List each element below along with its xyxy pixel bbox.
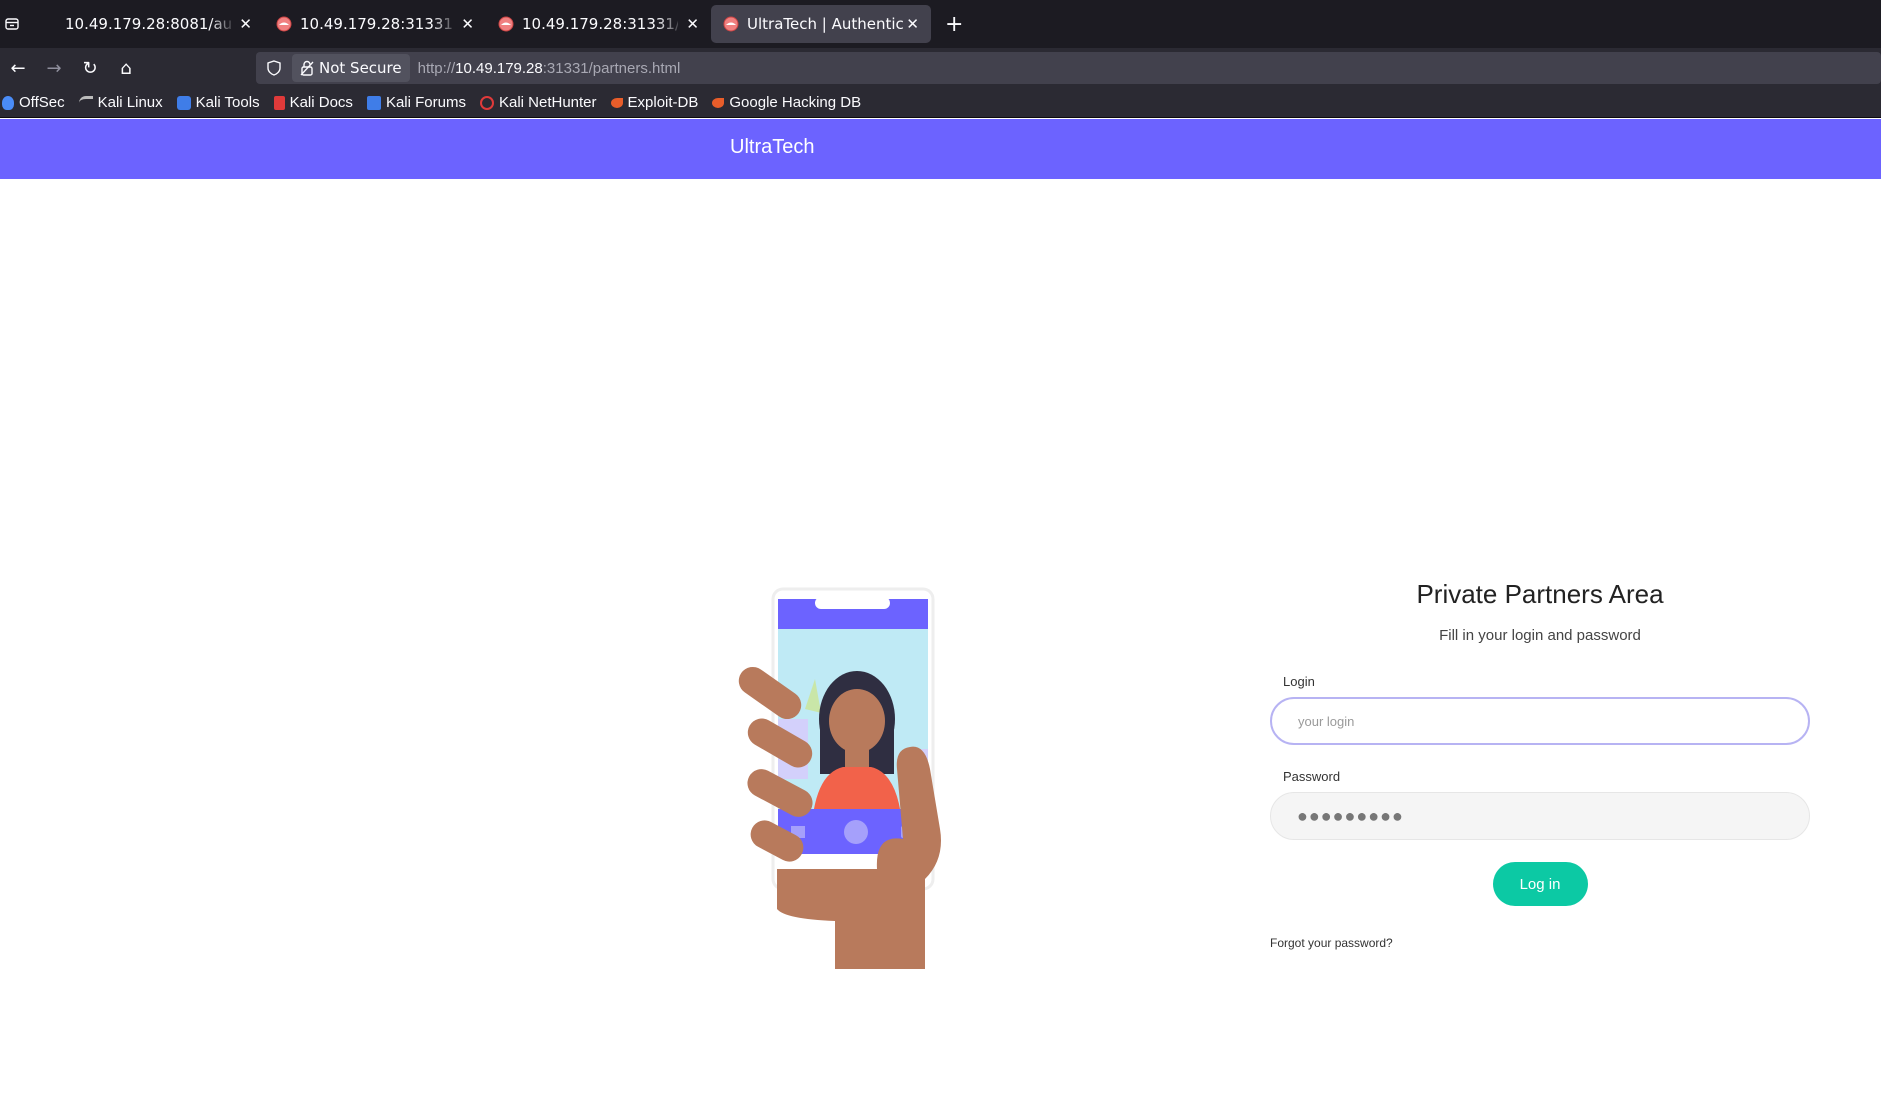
tab-title-fade (210, 13, 236, 35)
not-secure-label: Not Secure (319, 59, 402, 77)
login-button[interactable]: Log in (1492, 862, 1588, 906)
ultratech-favicon-icon (276, 16, 292, 32)
bookmark-kali-forums[interactable]: Kali Forums (365, 94, 466, 111)
back-button[interactable]: ← (0, 52, 36, 84)
kali-tools-icon (176, 95, 191, 110)
tab-title-fade (657, 13, 683, 35)
tab-title: UltraTech | Authentication (747, 15, 904, 33)
address-bar[interactable]: Not Secure http://10.49.179.28:31331/par… (256, 52, 1881, 84)
url-scheme: http:// (417, 59, 456, 77)
reload-button[interactable]: ↻ (72, 52, 108, 84)
login-input[interactable]: your login (1270, 697, 1810, 745)
tab-title: 10.49.179.28:31331/robots (300, 15, 453, 33)
navigation-toolbar: ← → ↻ ⌂ Not Secure http://10.49.179.28:3… (0, 48, 1881, 88)
offsec-icon (2, 95, 14, 110)
tab-list-icon[interactable] (2, 14, 22, 34)
password-mask: ●●●●●●●●● (1297, 805, 1404, 826)
forgot-password-link[interactable]: Forgot your password? (1270, 936, 1810, 950)
close-icon[interactable]: ✕ (906, 15, 919, 33)
reload-icon: ↻ (82, 57, 98, 79)
nethunter-icon (479, 95, 494, 110)
phone-selfie-illustration (738, 587, 941, 969)
tracking-protection-shield-icon[interactable] (256, 60, 292, 76)
home-button[interactable]: ⌂ (108, 52, 144, 84)
bookmark-kali-linux[interactable]: Kali Linux (77, 94, 163, 111)
tab-auth-login[interactable]: 10.49.179.28:8081/auth?login ✕ (36, 5, 264, 43)
tab-title: 10.49.179.28:31331/utech (522, 15, 678, 33)
url-text[interactable]: http://10.49.179.28:31331/partners.html (418, 60, 681, 77)
bookmark-exploit-db[interactable]: Exploit-DB (609, 94, 698, 111)
login-subtitle: Fill in your login and password (1439, 627, 1641, 644)
tab-title-fade (432, 13, 458, 35)
close-icon[interactable]: ✕ (461, 15, 474, 33)
close-icon[interactable]: ✕ (686, 15, 699, 33)
password-label: Password (1283, 769, 1341, 784)
web-page: UltraTech Private Partners Area Fill in … (0, 119, 1881, 1102)
ghdb-icon (712, 97, 725, 108)
password-input[interactable]: ●●●●●●●●● (1270, 792, 1810, 840)
login-title: Private Partners Area (1416, 579, 1664, 609)
not-secure-indicator[interactable]: Not Secure (292, 54, 410, 82)
tab-title: 10.49.179.28:8081/auth?login (65, 15, 231, 33)
new-tab-button[interactable]: + (945, 12, 963, 37)
broken-lock-icon (300, 60, 314, 76)
kali-docs-icon (273, 95, 285, 110)
tab-robots[interactable]: 10.49.179.28:31331/robots ✕ (264, 5, 486, 43)
bookmarks-toolbar: OffSec Kali Linux Kali Tools Kali Docs K… (0, 88, 1881, 118)
tab-utech[interactable]: 10.49.179.28:31331/utech ✕ (486, 5, 711, 43)
url-path: :31331/partners.html (542, 59, 681, 77)
bookmark-kali-nethunter[interactable]: Kali NetHunter (478, 94, 597, 111)
kali-forums-icon (366, 95, 381, 110)
url-host: 10.49.179.28 (455, 59, 543, 77)
home-icon: ⌂ (120, 57, 132, 79)
forward-button[interactable]: → (36, 52, 72, 84)
close-icon[interactable]: ✕ (239, 15, 252, 33)
site-header: UltraTech (0, 119, 1881, 179)
ultratech-favicon-icon (723, 16, 739, 32)
bookmark-kali-docs[interactable]: Kali Docs (272, 94, 353, 111)
site-brand[interactable]: UltraTech (730, 136, 814, 159)
kali-dragon-icon (78, 95, 93, 110)
back-arrow-icon: ← (10, 57, 26, 79)
login-placeholder: your login (1298, 713, 1355, 729)
tab-ultratech-authentication[interactable]: UltraTech | Authentication ✕ (711, 5, 931, 43)
exploitdb-icon (610, 97, 623, 108)
bookmark-google-hacking-db[interactable]: Google Hacking DB (710, 94, 861, 111)
forward-arrow-icon: → (46, 57, 62, 79)
bookmark-offsec[interactable]: OffSec (0, 94, 65, 111)
ultratech-favicon-icon (498, 16, 514, 32)
login-label: Login (1283, 674, 1315, 689)
login-panel: Private Partners Area Fill in your login… (1270, 579, 1810, 950)
tab-strip: 10.49.179.28:8081/auth?login ✕ 10.49.179… (0, 0, 1881, 48)
bookmark-kali-tools[interactable]: Kali Tools (175, 94, 260, 111)
